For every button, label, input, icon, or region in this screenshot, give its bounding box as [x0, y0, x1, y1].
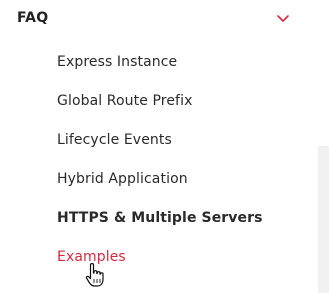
section-title: FAQ: [17, 10, 49, 26]
menu-item-hybrid-application[interactable]: Hybrid Application: [57, 160, 263, 199]
faq-section-toggle[interactable]: FAQ: [0, 0, 318, 40]
chevron-down-icon[interactable]: [276, 12, 290, 26]
content-edge-shaded: [318, 146, 329, 293]
menu-item-express-instance[interactable]: Express Instance: [57, 43, 263, 82]
menu-item-https-multiple-servers[interactable]: HTTPS & Multiple Servers: [57, 199, 263, 238]
menu-item-lifecycle-events[interactable]: Lifecycle Events: [57, 121, 263, 160]
hand-pointer-icon: [85, 263, 104, 287]
faq-submenu: Express Instance Global Route Prefix Lif…: [57, 43, 263, 277]
menu-item-global-route-prefix[interactable]: Global Route Prefix: [57, 82, 263, 121]
